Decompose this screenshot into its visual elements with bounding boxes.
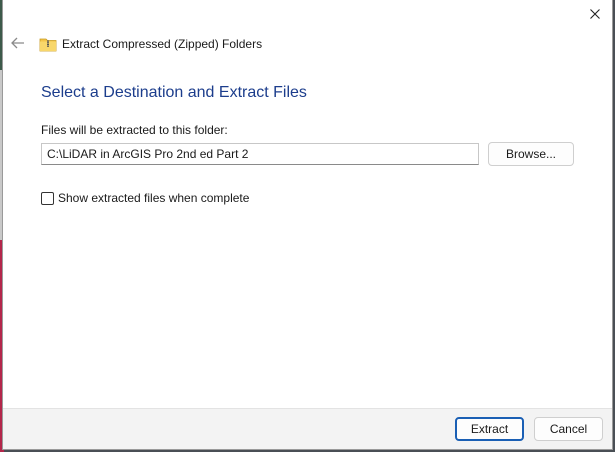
page-heading: Select a Destination and Extract Files bbox=[41, 84, 307, 101]
destination-path-input[interactable] bbox=[41, 143, 479, 165]
show-files-label: Show extracted files when complete bbox=[58, 191, 250, 205]
dialog-title-bar: Extract Compressed (Zipped) Folders bbox=[39, 34, 262, 54]
extract-button[interactable]: Extract bbox=[455, 417, 524, 441]
show-files-option[interactable]: Show extracted files when complete bbox=[41, 190, 249, 206]
back-arrow-icon bbox=[11, 37, 24, 49]
close-icon bbox=[590, 9, 600, 19]
show-files-checkbox[interactable] bbox=[41, 191, 54, 205]
extract-dialog: Extract Compressed (Zipped) Folders Sele… bbox=[2, 0, 613, 450]
dialog-footer: Extract Cancel bbox=[3, 408, 612, 449]
browse-button[interactable]: Browse... bbox=[488, 142, 574, 166]
cancel-button[interactable]: Cancel bbox=[534, 417, 603, 441]
close-button[interactable] bbox=[584, 4, 606, 24]
dialog-title: Extract Compressed (Zipped) Folders bbox=[62, 37, 263, 51]
back-button[interactable] bbox=[9, 34, 27, 52]
destination-label: Files will be extracted to this folder: bbox=[41, 123, 228, 137]
zip-folder-icon bbox=[39, 38, 57, 52]
